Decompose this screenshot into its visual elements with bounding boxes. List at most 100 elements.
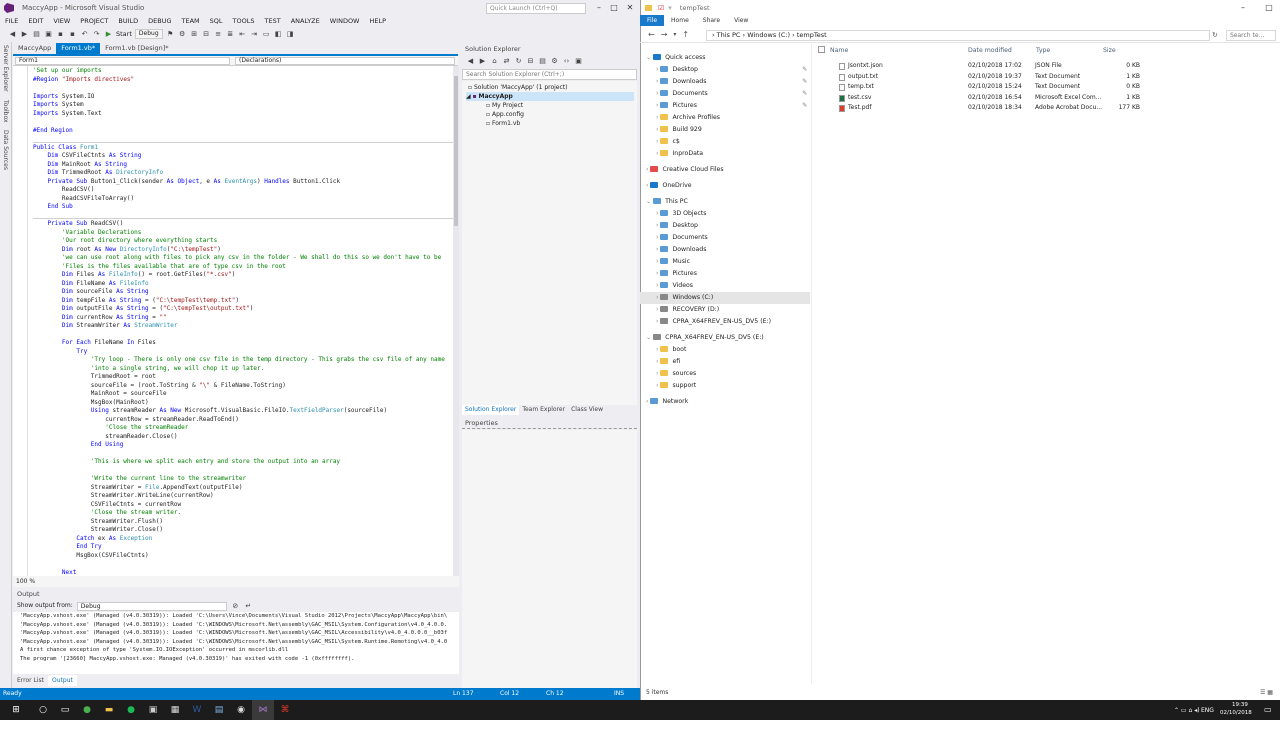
chevron-icon[interactable]: ⌄ (646, 198, 653, 205)
nav-item[interactable]: › Videos (640, 280, 810, 292)
start-button[interactable]: Start (116, 30, 132, 38)
new-project-icon[interactable]: ▤ (32, 30, 41, 39)
save-icon[interactable]: ▪ (56, 30, 65, 39)
collapse-icon[interactable]: ⊟ (526, 57, 535, 66)
column-header-type[interactable]: Type (1036, 47, 1050, 54)
app-icon[interactable]: ▣ (142, 700, 164, 720)
nav-item[interactable]: ⌄ Quick access (640, 52, 810, 64)
nav-item[interactable]: › boot (640, 344, 810, 356)
code-line[interactable]: Dim TrimmedRoot As DirectoryInfo (33, 169, 163, 178)
nav-item[interactable]: › Downloads (640, 244, 810, 256)
menu-project[interactable]: PROJECT (75, 16, 113, 26)
nav-item[interactable]: › Build 929 (640, 124, 810, 136)
toolbar-option-icon[interactable]: ⚙ (178, 30, 187, 39)
visual-studio-taskbar-icon[interactable]: ⋈ (252, 700, 274, 720)
code-line[interactable]: End Try (33, 543, 101, 552)
nav-item[interactable]: › Music (640, 256, 810, 268)
nav-item[interactable]: › OneDrive (640, 180, 810, 192)
code-line[interactable]: 'Close the streamReader (33, 424, 188, 433)
recent-locations-icon[interactable]: ▾ (673, 31, 676, 38)
file-row[interactable]: test.csv 02/10/2018 16:54 Microsoft Excel … (830, 93, 1150, 104)
code-line[interactable]: sourceFile = (root.ToString & "\" & File… (33, 382, 286, 391)
code-line[interactable]: Dim root As New DirectoryInfo("C:\tempTe… (33, 246, 221, 255)
tab-error-list[interactable]: Error List (13, 675, 48, 686)
code-line[interactable]: #Region "Imports directives" (33, 76, 134, 85)
nav-item[interactable]: › CPRA_X64FREV_EN-US_DV5 (E:) (640, 316, 810, 328)
forward-icon[interactable]: ▶ (20, 30, 29, 39)
code-line[interactable]: 'Try loop - There is only one csv file i… (33, 356, 445, 365)
se-forward-icon[interactable]: ▶ (478, 57, 487, 66)
toolbar-option-icon[interactable]: ≡ (214, 30, 223, 39)
code-line[interactable]: 'Write the current line to the streamwri… (33, 475, 246, 484)
menu-window[interactable]: WINDOW (325, 16, 365, 26)
code-line[interactable]: For Each FileName In Files (33, 339, 156, 348)
nav-item[interactable]: › efi (640, 356, 810, 368)
chevron-icon[interactable]: ⌄ (646, 54, 653, 61)
code-line[interactable]: Next (33, 569, 76, 577)
data-sources-tab[interactable]: Data Sources (2, 130, 9, 170)
nav-item[interactable]: › Creative Cloud Files (640, 164, 810, 176)
file-row[interactable]: Test.pdf 02/10/2018 18:34 Adobe Acrobat Do… (830, 103, 1150, 114)
nav-item[interactable]: ⌄ CPRA_X64FREV_EN-US_DV5 (E:) (640, 332, 810, 344)
solution-explorer-search[interactable]: Search Solution Explorer (Ctrl+;) (462, 69, 637, 80)
output-text[interactable]: 'MaccyApp.vshost.exe' (Managed (v4.0.303… (13, 612, 459, 674)
menu-team[interactable]: TEAM (177, 16, 205, 26)
pin-icon[interactable]: ✎ (802, 64, 807, 76)
view-code-icon[interactable]: ‹› (562, 57, 571, 66)
menu-view[interactable]: VIEW (48, 16, 75, 26)
nav-item[interactable]: › Pictures ✎ (640, 100, 810, 112)
code-line[interactable]: MainRoot = sourceFile (33, 390, 167, 399)
code-line[interactable]: Dim outputFile As String = ("C:\tempTest… (33, 305, 254, 314)
toolbar-option-icon[interactable]: ▭ (262, 30, 271, 39)
refresh-icon[interactable]: ↻ (1212, 31, 1218, 39)
tab-team-explorer[interactable]: Team Explorer (519, 405, 568, 415)
search-icon[interactable]: ○ (32, 700, 54, 720)
code-line[interactable]: Public Class Form1 (33, 144, 98, 153)
back-icon[interactable]: ◀ (8, 30, 17, 39)
class-dropdown[interactable]: Form1 (15, 57, 230, 65)
toolbox-tab[interactable]: Toolbox (2, 100, 9, 123)
open-icon[interactable]: ▣ (44, 30, 53, 39)
file-row[interactable]: output.txt 02/10/2018 19:37 Text Document 1… (830, 72, 1150, 83)
tree-project[interactable]: ◢ ▪ MaccyApp (466, 92, 634, 101)
show-all-icon[interactable]: ▤ (538, 57, 547, 66)
code-line[interactable]: Catch ex As Exception (33, 535, 152, 544)
menu-test[interactable]: TEST (260, 16, 286, 26)
tree-solution[interactable]: ▫ Solution 'MaccyApp' (1 project) (468, 83, 568, 92)
se-back-icon[interactable]: ◀ (466, 57, 475, 66)
code-line[interactable]: TrimmedRoot = root (33, 373, 156, 382)
nav-item[interactable]: › InproData (640, 148, 810, 160)
select-all-checkbox[interactable] (818, 46, 825, 53)
nav-item[interactable]: › support (640, 380, 810, 392)
pin-icon[interactable]: ✎ (802, 76, 807, 88)
code-line[interactable]: 'into a single string, we will chop it u… (33, 365, 264, 374)
toolbar-option-icon[interactable]: ⚑ (166, 30, 175, 39)
nav-item[interactable]: › c$ (640, 136, 810, 148)
chrome-icon[interactable]: ● (76, 700, 98, 720)
code-line[interactable]: End Using (33, 441, 124, 450)
toolbar-option-icon[interactable]: ≣ (226, 30, 235, 39)
nav-item[interactable]: › Network (640, 396, 810, 408)
menu-debug[interactable]: DEBUG (143, 16, 176, 26)
code-line[interactable]: MsgBox(CSVFileCtnts) (33, 552, 148, 561)
editor-vertical-scrollbar[interactable] (453, 66, 459, 576)
quick-launch-input[interactable]: Quick Launch (Ctrl+Q) (486, 3, 586, 14)
code-line[interactable]: Imports System (33, 101, 84, 110)
code-line[interactable]: Dim sourceFile As String (33, 288, 149, 297)
clear-all-icon[interactable]: ⊘ (231, 602, 240, 611)
menu-help[interactable]: HELP (365, 16, 392, 26)
menu-file[interactable]: FILE (0, 16, 23, 26)
tab-form1-design[interactable]: Form1.vb [Design]* (100, 43, 173, 54)
back-arrow-icon[interactable]: ← (648, 30, 655, 39)
explorer-search-input[interactable]: Search te... (1226, 30, 1276, 41)
code-line[interactable]: StreamWriter.Flush() (33, 518, 163, 527)
column-header-name[interactable]: Name (830, 47, 848, 54)
menu-build[interactable]: BUILD (113, 16, 143, 26)
up-arrow-icon[interactable]: ↑ (682, 30, 689, 39)
code-line[interactable]: Dim StreamWriter As StreamWriter (33, 322, 178, 331)
redo-icon[interactable]: ↷ (92, 30, 101, 39)
code-line[interactable]: streamReader.Close() (33, 433, 177, 442)
tab-class-view[interactable]: Class View (568, 405, 606, 415)
code-line[interactable]: Private Sub ReadCSV() (33, 220, 123, 229)
toolbar-option-icon[interactable]: ⇥ (250, 30, 259, 39)
